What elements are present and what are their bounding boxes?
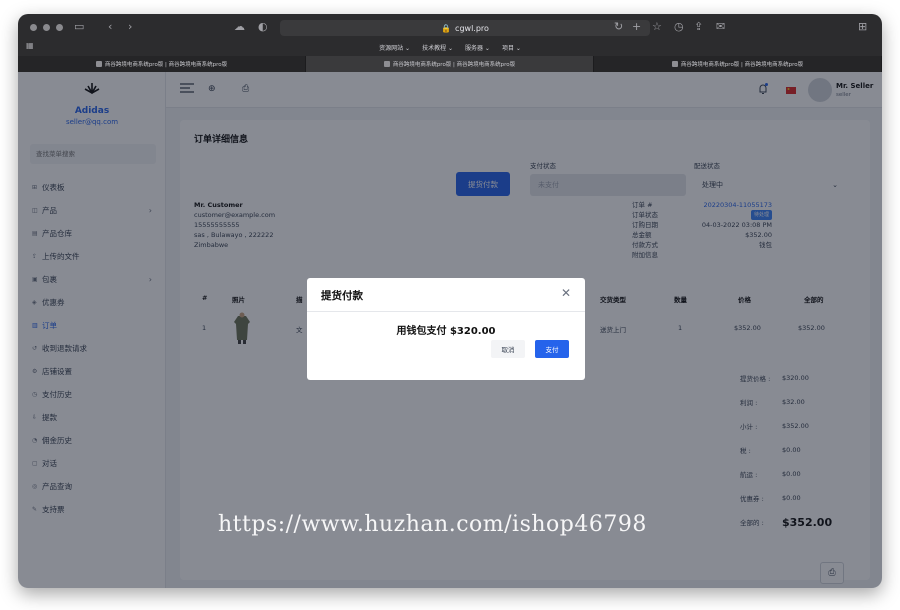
bookmarks-bar: 资源网站 ⌄ 技术教程 ⌄ 服务器 ⌄ 项目 ⌄ [18,40,882,54]
browser-tab[interactable]: 商谷跨境电商系统pro版 | 商谷跨境电商系统pro版 [594,56,882,72]
new-tab-icon[interactable]: + [632,20,641,34]
sidebar-toggle-icon[interactable]: ▭ [74,20,84,34]
back-icon[interactable]: ‹ [108,20,112,34]
zoom-window-button[interactable] [56,24,63,31]
lock-icon: 🔒 [441,23,452,33]
shield-icon[interactable]: ◐ [258,20,268,34]
browser-window: ▭ ‹ › ☁ ◐ 🔒 cgwl.pro ↻ + ☆ ◷ ⇪ ✉ ⊞ ▦ 资源网… [18,14,882,588]
cloud-icon[interactable]: ☁ [234,20,245,34]
tab-overview-icon[interactable]: ⊞ [858,20,867,34]
modal-message: 用钱包支付 $320.00 [396,326,496,337]
share-icon[interactable]: ⇪ [694,20,703,34]
bookmark-item[interactable]: 资源网站 ⌄ [379,43,410,52]
star-icon[interactable]: ☆ [652,20,662,34]
modal-header: 提货付款 ✕ [307,278,585,312]
window-controls [30,24,63,31]
mail-icon[interactable]: ✉ [716,20,725,34]
watermark: https://www.huzhan.com/ishop46798 [218,512,647,537]
bookmark-item[interactable]: 技术教程 ⌄ [422,43,453,52]
favicon-icon [383,61,390,67]
close-window-button[interactable] [30,24,37,31]
pay-button[interactable]: 支付 [535,340,569,358]
favicon-icon [671,61,678,67]
browser-tab-active[interactable]: 商谷跨境电商系统pro版 | 商谷跨境电商系统pro版 [306,56,594,72]
url-text: cgwl.pro [455,23,489,33]
close-icon[interactable]: ✕ [559,286,573,300]
browser-tab[interactable]: 商谷跨境电商系统pro版 | 商谷跨境电商系统pro版 [18,56,306,72]
cancel-button[interactable]: 取消 [491,340,525,358]
reload-icon[interactable]: ↻ [614,20,623,34]
minimize-window-button[interactable] [43,24,50,31]
browser-chrome: ▭ ‹ › ☁ ◐ 🔒 cgwl.pro ↻ + ☆ ◷ ⇪ ✉ ⊞ ▦ 资源网… [18,14,882,72]
favicon-icon [95,61,102,67]
forward-icon[interactable]: › [128,20,132,34]
pickup-payment-modal: 提货付款 ✕ 用钱包支付 $320.00 取消 支付 [307,278,585,380]
history-icon[interactable]: ◷ [674,20,684,34]
bookmark-item[interactable]: 项目 ⌄ [502,43,521,52]
tab-strip: 商谷跨境电商系统pro版 | 商谷跨境电商系统pro版 商谷跨境电商系统pro版… [18,56,882,72]
bookmark-item[interactable]: 服务器 ⌄ [465,43,490,52]
modal-title: 提货付款 [321,290,363,302]
address-bar[interactable]: 🔒 cgwl.pro [280,20,650,36]
